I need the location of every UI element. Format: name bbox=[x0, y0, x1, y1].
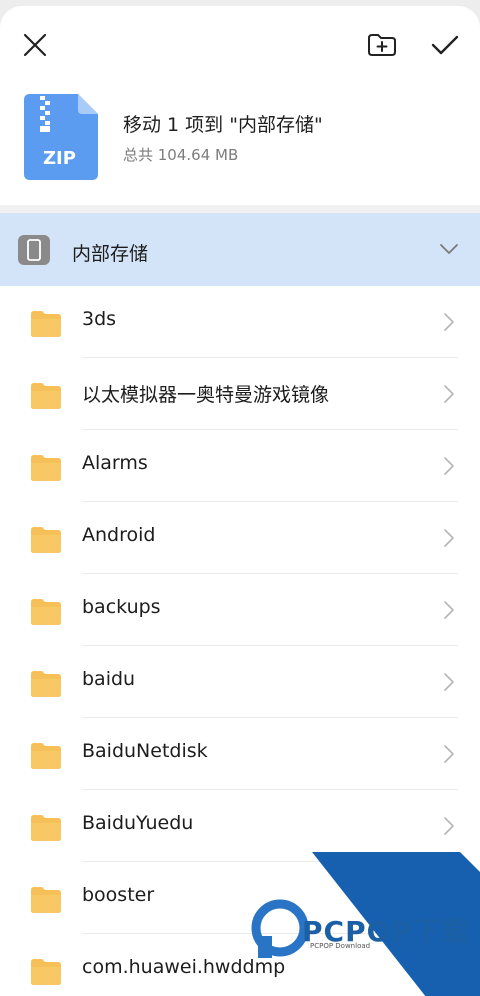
folder-name: Alarms bbox=[82, 452, 148, 474]
folder-icon bbox=[31, 383, 61, 409]
total-size: 总共 104.64 MB bbox=[123, 146, 239, 164]
new-folder-icon bbox=[368, 34, 396, 56]
folder-row[interactable]: backups bbox=[0, 574, 480, 646]
folder-icon bbox=[31, 815, 61, 841]
folder-icon bbox=[31, 959, 61, 985]
folder-row[interactable]: BaiduNetdisk bbox=[0, 718, 480, 790]
chevron-right-icon bbox=[444, 745, 454, 763]
chevron-right-icon bbox=[444, 601, 454, 619]
chevron-right-icon bbox=[444, 457, 454, 475]
folder-icon bbox=[31, 671, 61, 697]
folder-row[interactable]: Android bbox=[0, 502, 480, 574]
folder-name: 以太模拟器一奥特曼游戏镜像 bbox=[82, 384, 330, 406]
folder-row[interactable]: Alarms bbox=[0, 430, 480, 502]
folder-icon bbox=[31, 887, 61, 913]
folder-name: booster bbox=[82, 884, 155, 906]
folder-name: backups bbox=[82, 596, 161, 618]
folder-icon bbox=[31, 455, 61, 481]
folder-row[interactable]: com.huawei.hwddmp bbox=[0, 934, 480, 996]
folder-list: 3ds 以太模拟器一奥特曼游戏镜像 Alarms Android backups… bbox=[0, 286, 480, 996]
section-divider bbox=[0, 205, 480, 213]
chevron-right-icon bbox=[444, 673, 454, 691]
folder-row[interactable]: BaiduYuedu bbox=[0, 790, 480, 862]
chevron-right-icon bbox=[444, 385, 454, 403]
phone-icon bbox=[18, 235, 50, 265]
folder-name: 3ds bbox=[82, 308, 117, 330]
folder-row[interactable]: 3ds bbox=[0, 286, 480, 358]
chevron-right-icon bbox=[444, 313, 454, 331]
close-button[interactable] bbox=[14, 24, 56, 66]
folder-row[interactable]: booster bbox=[0, 862, 480, 934]
confirm-button[interactable] bbox=[424, 24, 466, 66]
folder-name: BaiduYuedu bbox=[82, 812, 194, 834]
folder-name: Android bbox=[82, 524, 156, 546]
folder-icon bbox=[31, 311, 61, 337]
folder-name: BaiduNetdisk bbox=[82, 740, 208, 762]
folder-icon bbox=[31, 599, 61, 625]
new-folder-button[interactable] bbox=[360, 24, 404, 66]
folder-row[interactable]: baidu bbox=[0, 646, 480, 718]
move-dialog-sheet: ZIP 移动 1 项到 "内部存储" 总共 104.64 MB 内部存储 3ds… bbox=[0, 6, 480, 996]
storage-selector[interactable]: 内部存储 bbox=[0, 213, 480, 286]
move-summary: ZIP bbox=[0, 82, 480, 206]
chevron-right-icon bbox=[444, 529, 454, 547]
folder-row[interactable]: 以太模拟器一奥特曼游戏镜像 bbox=[0, 358, 480, 430]
chevron-right-icon bbox=[444, 889, 454, 907]
chevron-right-icon bbox=[444, 817, 454, 835]
folder-icon bbox=[31, 527, 61, 553]
top-bar bbox=[0, 6, 480, 82]
chevron-right-icon bbox=[444, 961, 454, 979]
storage-label: 内部存储 bbox=[72, 243, 149, 265]
chevron-down-icon[interactable] bbox=[438, 241, 460, 257]
folder-icon bbox=[31, 743, 61, 769]
check-icon bbox=[431, 35, 459, 55]
folder-name: com.huawei.hwddmp bbox=[82, 956, 286, 978]
move-title: 移动 1 项到 "内部存储" bbox=[123, 114, 323, 136]
zip-label: ZIP bbox=[43, 148, 76, 169]
folder-name: baidu bbox=[82, 668, 136, 690]
close-icon bbox=[23, 33, 47, 57]
